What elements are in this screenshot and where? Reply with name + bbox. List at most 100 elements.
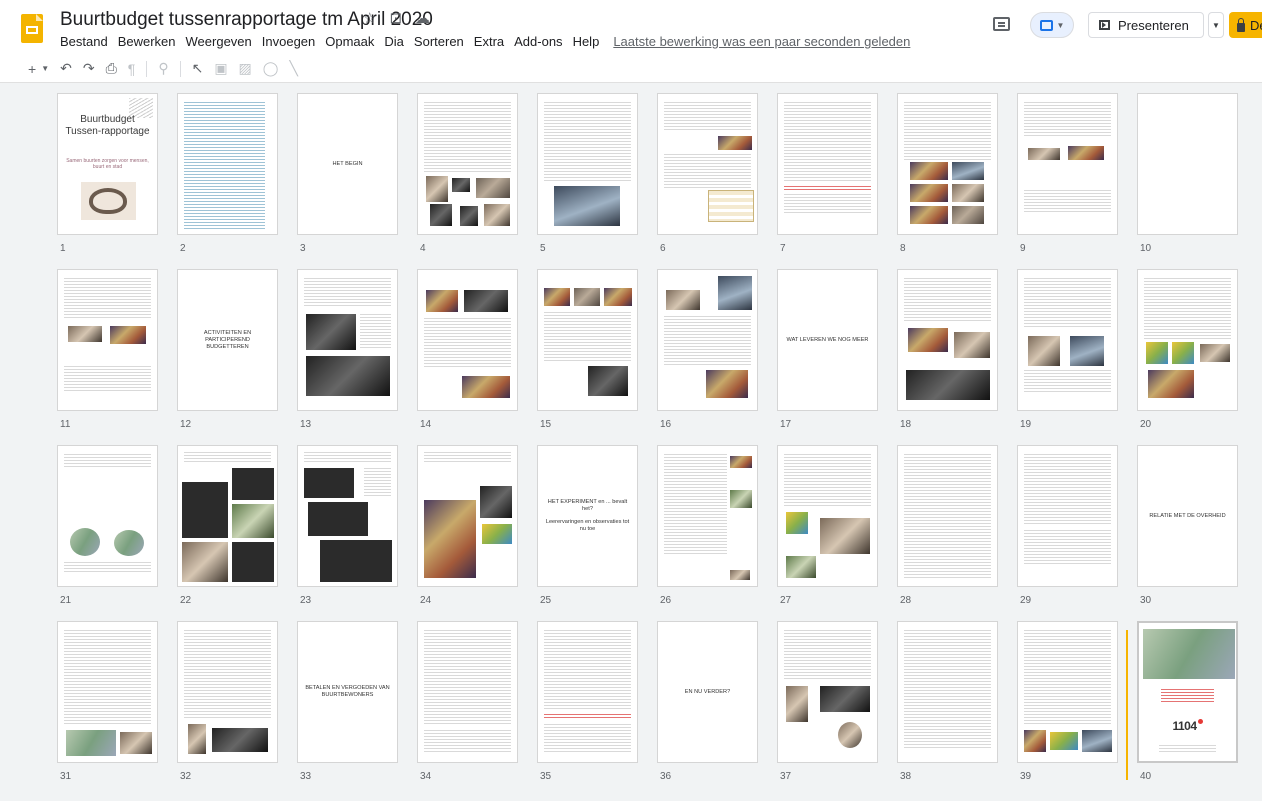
- slide-thumbnail-3[interactable]: HET BEGIN: [297, 93, 398, 235]
- slide-thumbnail-24[interactable]: [417, 445, 518, 587]
- slide-thumbnail-34[interactable]: [417, 621, 518, 763]
- photo: [786, 512, 808, 534]
- slide-thumbnail-7[interactable]: [777, 93, 878, 235]
- slide-thumbnail-38[interactable]: [897, 621, 998, 763]
- body-text: [544, 630, 631, 710]
- section-title: HET BEGIN: [332, 160, 363, 167]
- photo: [820, 686, 870, 712]
- photo: [908, 328, 948, 352]
- slide-number: 10: [1140, 243, 1152, 254]
- slide-thumbnail-9[interactable]: [1017, 93, 1118, 235]
- slide-number: 27: [780, 595, 792, 606]
- body-text: [904, 630, 991, 750]
- slide-thumbnail-14[interactable]: [417, 269, 518, 411]
- body-text: [664, 454, 727, 554]
- slide-thumbnail-16[interactable]: [657, 269, 758, 411]
- slide-thumbnail-25[interactable]: HET EXPERIMENT en ... bevalt het? Leerer…: [537, 445, 638, 587]
- slide-thumbnail-27[interactable]: [777, 445, 878, 587]
- slide-thumbnail-12[interactable]: ACTIVITEITEN EN PARTICIPEREND BUDGETTERE…: [177, 269, 278, 411]
- photo: [1050, 732, 1078, 750]
- slide-thumbnail-6[interactable]: [657, 93, 758, 235]
- slide-thumbnail-19[interactable]: [1017, 269, 1118, 411]
- slide-thumbnail-18[interactable]: [897, 269, 998, 411]
- highlighted-text: [544, 714, 631, 720]
- slide-number: 8: [900, 243, 906, 254]
- slide-thumbnail-13[interactable]: [297, 269, 398, 411]
- photo: [666, 290, 700, 310]
- photo: [1070, 336, 1104, 366]
- slide-thumbnail-22[interactable]: [177, 445, 278, 587]
- slide-number: 33: [300, 771, 312, 782]
- slide-thumbnail-26[interactable]: [657, 445, 758, 587]
- slide-number: 31: [60, 771, 72, 782]
- diagram: [68, 326, 102, 342]
- body-text: [304, 278, 391, 308]
- slide-number: 14: [420, 419, 432, 430]
- photo: [952, 162, 984, 180]
- body-text: [424, 102, 511, 172]
- slide-thumbnail-11[interactable]: [57, 269, 158, 411]
- body-text: [1024, 530, 1111, 566]
- 1104-logo: 1104: [1139, 719, 1236, 733]
- slide-number: 17: [780, 419, 792, 430]
- body-text: [64, 562, 151, 574]
- photo: [232, 504, 274, 538]
- section-title: EN NU VERDER?: [684, 688, 731, 695]
- slide-thumbnail-10[interactable]: [1137, 93, 1238, 235]
- slide-number: 20: [1140, 419, 1152, 430]
- photo: [820, 518, 870, 554]
- photo: [910, 184, 948, 202]
- slide-thumbnail-36[interactable]: EN NU VERDER?: [657, 621, 758, 763]
- slide-sorter-grid: Buurtbudget Tussen-rapportage Samen buur…: [0, 0, 1262, 801]
- slide-thumbnail-37[interactable]: [777, 621, 878, 763]
- photo: [544, 288, 570, 306]
- slide-thumbnail-28[interactable]: [897, 445, 998, 587]
- body-text: [664, 316, 751, 366]
- photo: [718, 136, 752, 150]
- slide-thumbnail-4[interactable]: [417, 93, 518, 235]
- body-text: [664, 154, 751, 188]
- slide-thumbnail-33[interactable]: BETALEN EN VERGOEDEN VAN BUURTBEWONERS: [297, 621, 398, 763]
- poster-image: [1146, 342, 1168, 364]
- cover-subtitle: Samen buurten zorgen voor mensen, buurt …: [66, 158, 149, 170]
- slide-thumbnail-29[interactable]: [1017, 445, 1118, 587]
- cover-title: Buurtbudget Tussen-rapportage: [65, 114, 150, 137]
- slide-thumbnail-5[interactable]: [537, 93, 638, 235]
- photo: [730, 570, 750, 580]
- slide-thumbnail-30[interactable]: RELATIE MET DE OVERHEID: [1137, 445, 1238, 587]
- photo: [1200, 344, 1230, 362]
- slide-number: 18: [900, 419, 912, 430]
- body-text: [1024, 370, 1111, 394]
- photo: [1028, 336, 1060, 366]
- body-text: [904, 102, 991, 160]
- body-text: [64, 630, 151, 726]
- slide-thumbnail-32[interactable]: [177, 621, 278, 763]
- diagram: [66, 730, 116, 756]
- slide-thumbnail-8[interactable]: [897, 93, 998, 235]
- slide-thumbnail-2[interactable]: [177, 93, 278, 235]
- photo: [588, 366, 628, 396]
- dark-image: [304, 468, 354, 498]
- slide-thumbnail-20[interactable]: [1137, 269, 1238, 411]
- slide-thumbnail-39[interactable]: [1017, 621, 1118, 763]
- slide-thumbnail-1[interactable]: Buurtbudget Tussen-rapportage Samen buur…: [57, 93, 158, 235]
- photo-collage: [306, 356, 390, 396]
- slide-thumbnail-17[interactable]: WAT LEVEREN WE NOG MEER: [777, 269, 878, 411]
- dark-image: [308, 502, 368, 536]
- slide-thumbnail-23[interactable]: [297, 445, 398, 587]
- slide-number: 12: [180, 419, 192, 430]
- section-title: WAT LEVEREN WE NOG MEER: [786, 336, 869, 343]
- slide-thumbnail-35[interactable]: [537, 621, 638, 763]
- slide-thumbnail-21[interactable]: [57, 445, 158, 587]
- slide-thumbnail-31[interactable]: [57, 621, 158, 763]
- body-text: [1024, 630, 1111, 726]
- slide-number: 19: [1020, 419, 1032, 430]
- body-text: [64, 454, 151, 468]
- section-title: ACTIVITEITEN EN PARTICIPEREND BUDGETTERE…: [203, 329, 252, 350]
- slide-thumbnail-40[interactable]: 1104: [1137, 621, 1238, 763]
- slide-number: 29: [1020, 595, 1032, 606]
- diagram: [1068, 146, 1104, 160]
- section-title: RELATIE MET DE OVERHEID: [1149, 512, 1226, 519]
- slide-thumbnail-15[interactable]: [537, 269, 638, 411]
- diagram: [110, 326, 146, 344]
